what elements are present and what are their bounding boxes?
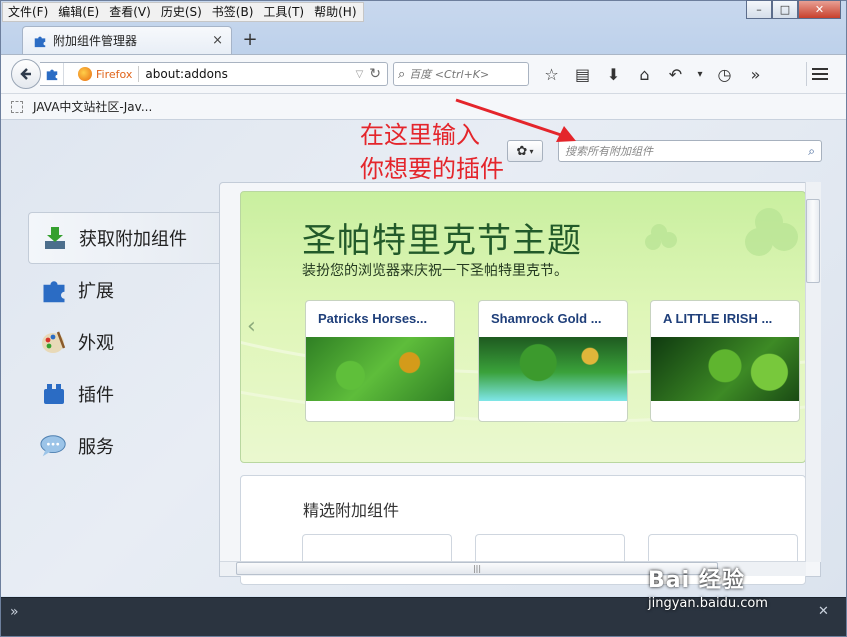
category-label: 插件 <box>78 385 114 406</box>
menu-edit[interactable]: 编辑(E) <box>53 3 104 21</box>
menu-history[interactable]: 历史(S) <box>156 3 207 21</box>
download-icon[interactable]: ⬇ <box>598 62 629 86</box>
tab-title: 附加组件管理器 <box>53 34 138 48</box>
undo-icon[interactable]: ↶ <box>660 62 691 86</box>
theme-preview-image <box>479 337 627 401</box>
theme-card-title: Shamrock Gold ... <box>491 311 602 326</box>
promo-subtitle: 装扮您的浏览器来庆祝一下圣帕特里克节。 <box>302 263 568 279</box>
category-appearance[interactable]: 外观 <box>28 316 220 368</box>
vertical-scroll-thumb[interactable] <box>806 199 820 283</box>
puzzle-icon <box>40 276 68 304</box>
puzzle-icon <box>34 36 46 47</box>
menu-help[interactable]: 帮助(H) <box>309 3 361 21</box>
menu-view[interactable]: 查看(V) <box>104 3 156 21</box>
search-icon: ⌕ <box>398 66 406 82</box>
close-icon[interactable]: ✕ <box>818 604 829 619</box>
featured-title: 精选附加组件 <box>303 501 400 520</box>
bookmark-favicon <box>11 100 23 113</box>
star-icon[interactable]: ☆ <box>536 62 567 86</box>
url-text[interactable]: about:addons <box>145 67 355 81</box>
menu-file[interactable]: 文件(F) <box>3 3 53 21</box>
category-plugins[interactable]: 插件 <box>28 368 220 420</box>
back-button[interactable] <box>11 59 41 89</box>
addon-search-input[interactable]: 搜索所有附加组件 ⌕ <box>558 140 822 162</box>
chevron-right-icon[interactable]: » <box>10 604 19 620</box>
category-extensions[interactable]: 扩展 <box>28 264 220 316</box>
dropdown-icon[interactable]: ▾ <box>691 62 709 86</box>
back-arrow-icon <box>20 68 31 80</box>
addon-identity-icon[interactable] <box>40 63 64 85</box>
baidu-watermark: Bai 经验 jingyan.baidu.com <box>648 562 768 611</box>
close-window-button[interactable]: ✕ <box>798 0 841 19</box>
search-placeholder: 百度 <Ctrl+K> <box>409 68 490 81</box>
theme-card[interactable]: Patricks Horses... <box>305 300 455 422</box>
category-label: 服务 <box>78 437 114 458</box>
lego-icon <box>40 380 68 408</box>
menu-tools[interactable]: 工具(T) <box>258 3 309 21</box>
addon-search-placeholder: 搜索所有附加组件 <box>565 145 653 158</box>
category-get-addons[interactable]: 获取附加组件 <box>28 212 220 264</box>
category-label: 扩展 <box>78 281 114 302</box>
watermark-brand: Bai 经验 <box>648 568 745 593</box>
minimize-button[interactable]: – <box>746 0 772 19</box>
theme-card[interactable]: Shamrock Gold ... <box>478 300 628 422</box>
url-separator <box>138 66 140 82</box>
hamburger-menu-icon[interactable] <box>806 62 832 86</box>
bookmark-item[interactable]: JAVA中文站社区-Jav... <box>33 98 152 115</box>
theme-card-title: A LITTLE IRISH ... <box>663 311 773 326</box>
window-controls: – □ ✕ <box>746 0 841 20</box>
theme-preview-image <box>651 337 799 401</box>
firefox-icon <box>78 67 92 81</box>
url-dropdown-icon[interactable]: ▽ <box>356 69 364 80</box>
history-icon[interactable]: ◷ <box>709 62 740 86</box>
overflow-icon[interactable]: » <box>740 62 771 86</box>
download-addon-icon <box>41 224 69 252</box>
reading-list-icon[interactable]: ▤ <box>567 62 598 86</box>
url-bar[interactable]: Firefox about:addons ▽ ↻ <box>40 62 388 86</box>
palette-icon <box>40 328 68 356</box>
home-icon[interactable]: ⌂ <box>629 62 660 86</box>
menu-bar: 文件(F) 编辑(E) 查看(V) 历史(S) 书签(B) 工具(T) 帮助(H… <box>2 2 364 22</box>
annotation-arrow-icon <box>455 98 576 142</box>
search-icon[interactable]: ⌕ <box>808 144 815 159</box>
horizontal-scroll-thumb[interactable]: ||| <box>236 562 718 575</box>
theme-card-title: Patricks Horses... <box>318 311 428 326</box>
reload-icon[interactable]: ↻ <box>369 66 381 82</box>
category-sidebar: 获取附加组件 扩展 外观 插件 服务 <box>28 212 220 472</box>
category-label: 外观 <box>78 333 114 354</box>
maximize-button[interactable]: □ <box>772 0 798 19</box>
toolbar-buttons: ☆ ▤ ⬇ ⌂ ↶ ▾ ◷ » <box>536 62 771 86</box>
category-label: 获取附加组件 <box>79 229 187 250</box>
tab-close-icon[interactable]: × <box>212 33 223 48</box>
theme-card[interactable]: A LITTLE IRISH ... <box>650 300 800 422</box>
menu-bookmarks[interactable]: 书签(B) <box>207 3 259 21</box>
web-search-bar[interactable]: ⌕ 百度 <Ctrl+K> <box>393 62 529 86</box>
identity-label: Firefox <box>96 67 133 81</box>
promo-title: 圣帕特里克节主题 <box>302 221 582 261</box>
category-services[interactable]: 服务 <box>28 420 220 472</box>
theme-preview-image <box>306 337 454 401</box>
watermark-url: jingyan.baidu.com <box>648 596 768 611</box>
bookmarks-toolbar: JAVA中文站社区-Jav... <box>1 94 846 120</box>
new-tab-button[interactable]: + <box>238 28 262 52</box>
tab-addons-manager[interactable]: 附加组件管理器 × <box>22 26 232 54</box>
carousel-prev-icon[interactable]: ‹ <box>247 314 256 339</box>
chat-bubble-icon <box>40 432 68 460</box>
